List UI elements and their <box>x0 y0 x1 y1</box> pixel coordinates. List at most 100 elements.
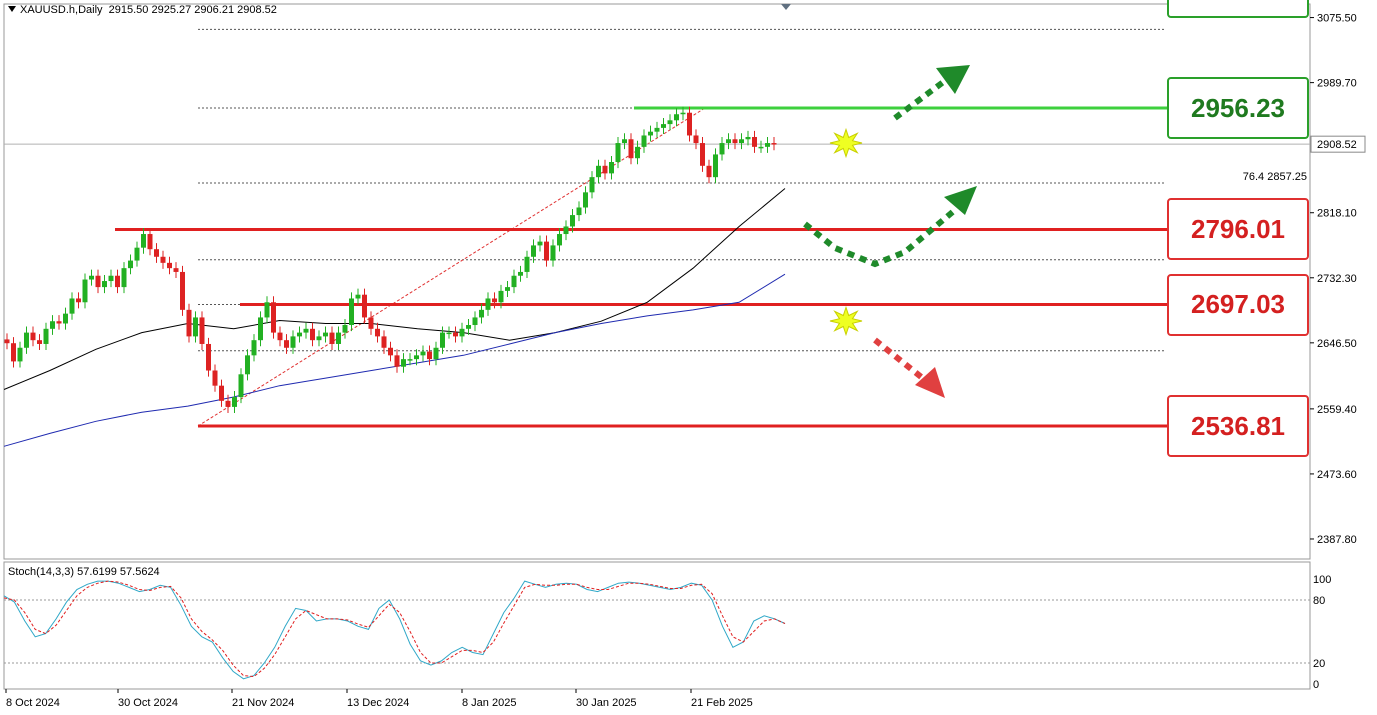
bear-candle <box>167 262 172 269</box>
bear-candle <box>11 343 16 362</box>
stoch-axis-label: 100 <box>1313 574 1331 586</box>
bull-candle <box>303 328 309 333</box>
price-axis-label: 2387.80 <box>1317 534 1357 546</box>
bear-candle <box>453 332 458 337</box>
bear-candle <box>310 328 315 341</box>
current-price-label: 2908.52 <box>1317 139 1357 151</box>
bull-candle <box>459 328 465 337</box>
breakout-star-icon <box>829 127 863 159</box>
date-axis-label: 13 Dec 2024 <box>347 697 409 709</box>
bear-candle <box>388 347 393 356</box>
bull-candle <box>570 215 575 227</box>
bear-candle <box>329 332 335 344</box>
bull-candle <box>472 317 478 326</box>
price-axis-label: 2559.40 <box>1317 404 1357 416</box>
bull-candle <box>128 260 133 269</box>
bull-candle <box>557 234 562 246</box>
bull-candle <box>680 112 686 115</box>
bull-candle <box>466 325 471 329</box>
date-axis-label: 30 Oct 2024 <box>118 697 178 709</box>
price-axis-label: 2989.70 <box>1317 78 1357 90</box>
level-box-s2: 2697.03 <box>1167 273 1309 336</box>
bull-candle <box>505 287 510 291</box>
bull-candle <box>758 146 764 149</box>
bull-candle <box>726 139 731 144</box>
bull-candle <box>745 136 751 140</box>
bear-candle <box>693 135 699 144</box>
bull-candle <box>661 124 666 128</box>
bull-candle <box>446 332 452 335</box>
bear-candle <box>37 340 42 344</box>
bull-candle <box>193 317 198 337</box>
bear-candle <box>284 340 289 348</box>
bull-candle <box>336 332 341 344</box>
bear-candle <box>4 339 10 344</box>
bull-candle <box>297 332 302 337</box>
bull-candle <box>238 374 244 398</box>
date-axis-label: 21 Feb 2025 <box>691 697 753 709</box>
bull-candle <box>89 275 94 280</box>
bull-candle <box>50 321 55 329</box>
bull-candle <box>420 351 426 356</box>
bull-candle <box>641 135 647 147</box>
level-box-r2: 3116.45 <box>1167 0 1309 18</box>
bull-candle <box>531 245 536 257</box>
bear-candle <box>30 332 36 341</box>
ohlc-values: 2915.50 2925.27 2906.21 2908.52 <box>108 4 277 16</box>
date-axis-label: 30 Jan 2025 <box>576 697 637 709</box>
bull-candle <box>765 143 770 147</box>
bull-candle <box>355 294 361 299</box>
bear-candle <box>700 143 705 166</box>
date-axis-label: 8 Oct 2024 <box>6 697 60 709</box>
chart-header: XAUUSD.h,Daily 2915.50 2925.27 2906.21 2… <box>8 4 277 16</box>
bull-candle <box>511 275 517 288</box>
bear-candle <box>199 317 205 344</box>
stoch-header: Stoch(14,3,3) 57.6199 57.5624 <box>8 566 160 578</box>
bear-candle <box>427 351 432 360</box>
bull-candle <box>518 271 523 276</box>
bull-candle <box>609 162 614 174</box>
bull-candle <box>576 207 582 216</box>
bull-candle <box>583 192 588 208</box>
bull-candle <box>596 165 601 178</box>
bear-candle <box>628 139 634 159</box>
bear-candle <box>706 165 712 178</box>
bear-candle <box>212 370 218 386</box>
bull-candle <box>316 336 322 341</box>
bull-candle <box>251 340 257 356</box>
bull-candle <box>323 332 328 337</box>
bear-candle <box>362 294 367 318</box>
stoch-axis-label: 0 <box>1313 679 1319 691</box>
bear-candle <box>76 298 81 303</box>
bear-candle <box>368 317 374 329</box>
bear-candle <box>219 385 224 401</box>
bull-candle <box>537 241 543 246</box>
bull-candle <box>69 298 75 314</box>
bull-candle <box>485 298 491 310</box>
bull-candle <box>121 268 127 288</box>
bull-candle <box>141 234 146 248</box>
bear-candle <box>394 355 400 367</box>
symbol-label: XAUUSD.h,Daily <box>20 4 103 16</box>
price-axis-label: 3075.50 <box>1317 13 1357 25</box>
level-box-s1: 2796.01 <box>1167 198 1309 261</box>
bull-candle <box>667 120 673 125</box>
bull-candle <box>622 139 627 144</box>
stoch-axis-label: 20 <box>1313 658 1325 670</box>
bear-candle <box>95 275 101 288</box>
dropdown-triangle-icon[interactable] <box>8 6 16 12</box>
bull-candle <box>440 332 445 348</box>
bull-candle <box>654 127 660 132</box>
bear-candle <box>56 321 62 324</box>
bull-candle <box>108 275 114 282</box>
bull-candle <box>102 281 107 288</box>
bull-candle <box>17 347 23 362</box>
bear-candle <box>602 165 608 174</box>
bear-candle <box>381 336 387 348</box>
bear-candle <box>154 249 159 257</box>
bear-candle <box>752 136 757 147</box>
bear-candle <box>271 302 276 333</box>
bull-candle <box>342 325 348 333</box>
bear-candle <box>277 332 283 341</box>
date-axis-label: 8 Jan 2025 <box>462 697 516 709</box>
